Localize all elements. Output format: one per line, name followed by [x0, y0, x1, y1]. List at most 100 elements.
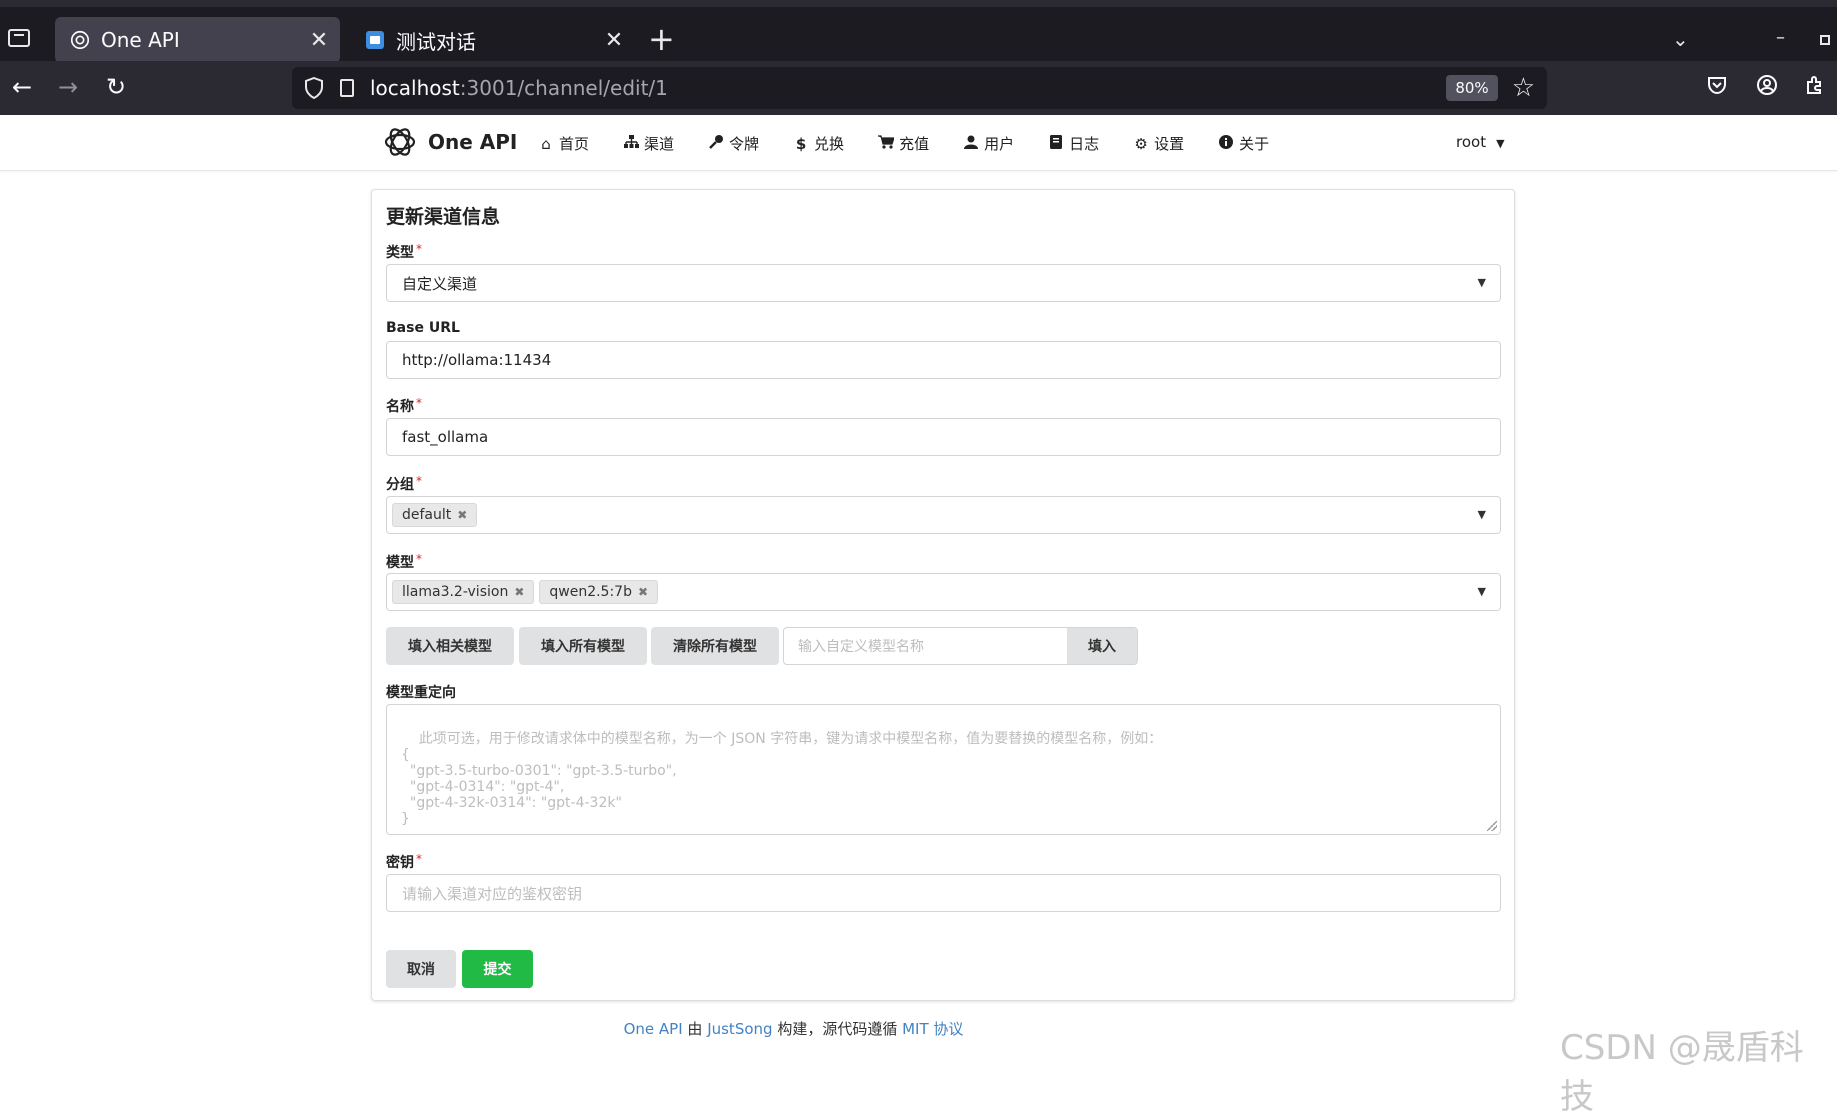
browser-tab-bar: One API ✕ 测试对话 ✕ + ⌄ – [0, 0, 1837, 63]
menu-item-settings[interactable]: ⚙ 设置 [1133, 133, 1184, 154]
user-menu-dropdown[interactable]: root ▼ [1456, 133, 1505, 151]
name-input[interactable]: fast_ollama [386, 418, 1501, 456]
model-label: 模型 * [386, 552, 422, 572]
key-placeholder: 请输入渠道对应的鉴权密钥 [402, 884, 583, 903]
username: root [1456, 133, 1487, 151]
model-chip[interactable]: llama3.2-vision ✖ [392, 580, 535, 604]
key-icon [708, 134, 724, 153]
chip-label: llama3.2-vision [402, 584, 509, 600]
required-asterisk: * [416, 396, 422, 410]
shield-icon[interactable] [304, 76, 324, 100]
new-tab-icon[interactable]: + [648, 23, 675, 55]
dollar-icon: $ [795, 134, 807, 153]
url-host: localhost [370, 76, 460, 100]
model-mapping-textarea[interactable]: 此项可选，用于修改请求体中的模型名称，为一个 JSON 字符串，键为请求中模型名… [386, 704, 1501, 835]
custom-model-fill-button[interactable]: 填入 [1067, 628, 1137, 664]
chip-label: default [402, 507, 452, 523]
forward-icon[interactable]: → [58, 73, 78, 101]
menu-item-about[interactable]: 关于 [1218, 133, 1269, 154]
type-select[interactable]: 自定义渠道 ▼ [386, 264, 1501, 302]
base-url-label: Base URL [386, 320, 460, 336]
menu-item-label: 用户 [984, 135, 1015, 153]
menu-item-label: 兑换 [814, 135, 845, 153]
menu-item-topup[interactable]: 充值 [878, 133, 929, 154]
menu-item-label: 渠道 [644, 135, 675, 153]
openai-favicon-icon [69, 29, 91, 51]
close-tab-icon[interactable]: ✕ [601, 28, 627, 53]
book-icon [1048, 134, 1064, 153]
fill-all-models-button[interactable]: 填入所有模型 [519, 627, 647, 665]
model-chip[interactable]: qwen2.5:7b ✖ [539, 580, 659, 604]
required-asterisk: * [416, 242, 422, 256]
label-text: 模型 [386, 555, 414, 571]
custom-model-group: 输入自定义模型名称 填入 [783, 627, 1138, 665]
back-icon[interactable]: ← [12, 73, 32, 101]
menu-item-logs[interactable]: 日志 [1048, 133, 1099, 154]
chat-favicon-icon [364, 29, 386, 51]
browser-nav-bar: ← → ↻ localhost:3001/channel/edit/1 80% … [0, 61, 1837, 115]
required-asterisk: * [416, 552, 422, 566]
menu-item-channels[interactable]: 渠道 [623, 133, 674, 154]
main-menu: ⌂ 首页 渠道 令牌 $ 兑换 充值 用户 日志 ⚙ 设置 关于 [538, 133, 1303, 154]
account-icon[interactable] [1756, 74, 1778, 101]
caret-down-icon: ▼ [1496, 137, 1505, 150]
restore-icon[interactable] [1820, 35, 1830, 45]
key-label: 密钥 * [386, 852, 422, 872]
extensions-icon[interactable] [1804, 74, 1826, 101]
clear-all-models-button[interactable]: 清除所有模型 [651, 627, 779, 665]
user-icon [963, 135, 979, 153]
dropdown-icon: ▼ [1477, 276, 1486, 289]
remove-chip-icon[interactable]: ✖ [638, 585, 648, 599]
cart-icon [878, 134, 895, 153]
fill-related-models-button[interactable]: 填入相关模型 [386, 627, 514, 665]
minimize-icon[interactable]: – [1776, 27, 1785, 48]
menu-item-label: 日志 [1069, 135, 1100, 153]
url-bar[interactable]: localhost:3001/channel/edit/1 80% ☆ [292, 67, 1547, 109]
key-input[interactable]: 请输入渠道对应的鉴权密钥 [386, 874, 1501, 912]
group-multiselect[interactable]: default ✖ ▼ [386, 496, 1501, 534]
channel-edit-card: 更新渠道信息 类型 * 自定义渠道 ▼ Base URL http://ollam… [371, 189, 1515, 1001]
tab-one-api[interactable]: One API ✕ [55, 17, 340, 63]
footer-justsong-link[interactable]: JustSong [707, 1020, 772, 1038]
label-text: 分组 [386, 477, 414, 493]
group-label: 分组 * [386, 474, 422, 494]
menu-item-tokens[interactable]: 令牌 [708, 133, 759, 154]
tab-title: 测试对话 [396, 29, 476, 54]
resize-handle-icon[interactable] [1487, 821, 1497, 831]
footer-mit-license-link[interactable]: MIT 协议 [902, 1020, 963, 1038]
close-tab-icon[interactable]: ✕ [306, 28, 332, 53]
page-info-icon[interactable] [340, 79, 354, 97]
url-path: :3001/channel/edit/1 [459, 76, 668, 100]
menu-item-users[interactable]: 用户 [963, 133, 1014, 154]
submit-button[interactable]: 提交 [462, 950, 533, 988]
home-icon: ⌂ [541, 134, 551, 153]
zoom-level-badge[interactable]: 80% [1446, 75, 1498, 101]
chevron-down-icon[interactable]: ⌄ [1672, 27, 1689, 51]
menu-item-label: 首页 [559, 135, 590, 153]
tab-test-chat[interactable]: 测试对话 ✕ [350, 17, 635, 63]
tab-title: One API [101, 28, 180, 52]
remove-chip-icon[interactable]: ✖ [514, 585, 524, 599]
custom-model-input[interactable]: 输入自定义模型名称 [784, 628, 1067, 664]
openai-logo-icon [382, 124, 418, 160]
reload-icon[interactable]: ↻ [106, 73, 126, 101]
base-url-value: http://ollama:11434 [402, 351, 552, 369]
model-multiselect[interactable]: llama3.2-vision ✖ qwen2.5:7b ✖ ▼ [386, 573, 1501, 611]
footer-one-api-link[interactable]: One API [624, 1020, 683, 1038]
tab-list-icon[interactable] [8, 29, 30, 47]
menu-item-home[interactable]: ⌂ 首页 [538, 133, 589, 154]
url-text[interactable]: localhost:3001/channel/edit/1 [370, 76, 1446, 100]
brand-link[interactable]: One API [382, 124, 517, 160]
dropdown-icon: ▼ [1477, 508, 1486, 521]
cancel-button[interactable]: 取消 [386, 950, 456, 988]
base-url-input[interactable]: http://ollama:11434 [386, 341, 1501, 379]
type-selected-value: 自定义渠道 [402, 274, 478, 293]
menu-item-label: 设置 [1154, 135, 1185, 153]
name-label: 名称 * [386, 396, 422, 416]
bookmark-star-icon[interactable]: ☆ [1512, 73, 1535, 103]
pocket-icon[interactable] [1706, 74, 1728, 101]
remove-chip-icon[interactable]: ✖ [457, 508, 467, 522]
brand-name: One API [428, 130, 518, 154]
group-chip[interactable]: default ✖ [392, 503, 478, 527]
menu-item-redeem[interactable]: $ 兑换 [793, 133, 844, 154]
